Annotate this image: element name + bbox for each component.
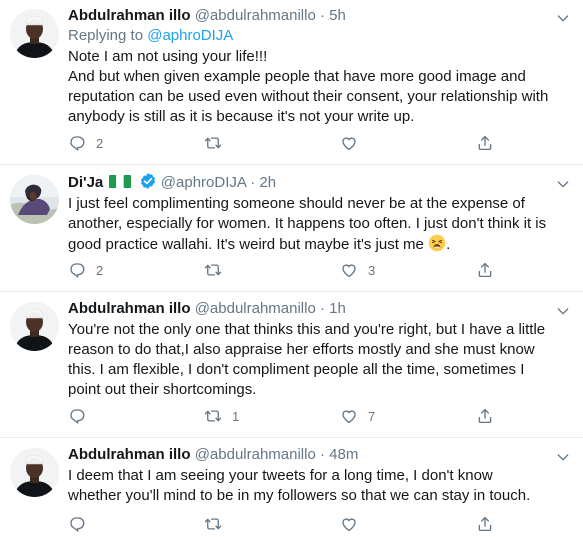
author-name[interactable]: Di'Ja xyxy=(68,174,103,191)
share-button[interactable] xyxy=(476,406,494,426)
tweet-text-end: . xyxy=(446,236,451,253)
tweet-text: I deem that I am seeing your tweets for … xyxy=(68,467,531,504)
tweet-text-line: Note I am not using your life!!! xyxy=(68,48,268,65)
heart-icon xyxy=(340,515,358,533)
reply-count: 2 xyxy=(96,262,104,278)
tweet[interactable]: Abdulrahman illo @abdulrahmanillo · 48m … xyxy=(0,439,583,537)
reply-count: 2 xyxy=(96,135,104,151)
heart-icon xyxy=(340,134,358,152)
share-icon xyxy=(476,407,494,425)
tweet-text-line: And but when given example people that h… xyxy=(68,68,549,125)
heart-icon xyxy=(340,407,358,425)
tweet[interactable]: Abdulrahman illo @abdulrahmanillo · 5h R… xyxy=(0,0,583,165)
replying-to-link[interactable]: @aphroDIJA xyxy=(147,27,233,44)
like-count: 7 xyxy=(368,408,376,424)
author-handle[interactable]: @aphroDIJA xyxy=(161,174,246,191)
separator: · xyxy=(320,300,325,317)
chevron-down-icon[interactable] xyxy=(555,303,571,319)
chevron-down-icon[interactable] xyxy=(555,176,571,192)
timestamp[interactable]: 48m xyxy=(329,446,358,463)
reply-icon xyxy=(68,515,86,533)
avatar[interactable] xyxy=(10,9,59,58)
nigeria-flag-icon xyxy=(109,175,132,188)
retweet-count: 1 xyxy=(232,408,240,424)
tweet-actions: 2 xyxy=(68,133,508,153)
reply-button[interactable]: 2 xyxy=(68,260,103,280)
reply-button[interactable] xyxy=(68,406,96,426)
avatar[interactable] xyxy=(10,302,59,351)
like-button[interactable]: 7 xyxy=(340,406,375,426)
author-name[interactable]: Abdulrahman illo xyxy=(68,7,191,24)
author-handle[interactable]: @abdulrahmanillo xyxy=(195,7,316,24)
separator: · xyxy=(320,446,325,463)
tweet-text-body: I just feel complimenting someone should… xyxy=(68,195,547,253)
heart-icon xyxy=(340,261,358,279)
like-count: 3 xyxy=(368,262,376,278)
retweet-icon xyxy=(204,134,222,152)
replying-to: Replying to @aphroDIJA xyxy=(68,26,549,46)
reply-icon xyxy=(68,407,86,425)
timestamp[interactable]: 1h xyxy=(329,300,346,317)
chevron-down-icon[interactable] xyxy=(555,449,571,465)
tired-face-emoji xyxy=(428,234,446,252)
verified-badge-icon xyxy=(140,173,155,189)
author-handle[interactable]: @abdulrahmanillo xyxy=(195,300,316,317)
share-button[interactable] xyxy=(476,133,494,153)
retweet-button[interactable] xyxy=(204,133,232,153)
tweet-text: Note I am not using your life!!! And but… xyxy=(68,47,549,127)
reply-icon xyxy=(68,261,86,279)
tweet-text: I just feel complimenting someone should… xyxy=(68,194,549,255)
avatar[interactable] xyxy=(10,448,59,497)
reply-button[interactable]: 2 xyxy=(68,133,103,153)
retweet-button[interactable] xyxy=(204,260,232,280)
share-icon xyxy=(476,261,494,279)
author-handle[interactable]: @abdulrahmanillo xyxy=(195,446,316,463)
author-name[interactable]: Abdulrahman illo xyxy=(68,300,191,317)
reply-icon xyxy=(68,134,86,152)
share-icon xyxy=(476,515,494,533)
replying-to-label: Replying to xyxy=(68,27,144,44)
retweet-icon xyxy=(204,515,222,533)
tweet[interactable]: Abdulrahman illo @abdulrahmanillo · 1h Y… xyxy=(0,293,583,438)
separator: · xyxy=(250,174,256,191)
like-button[interactable] xyxy=(340,133,368,153)
tweet-actions: 1 7 xyxy=(68,406,508,426)
reply-button[interactable] xyxy=(68,514,96,534)
author-name[interactable]: Abdulrahman illo xyxy=(68,446,191,463)
like-button[interactable] xyxy=(340,514,368,534)
tweet-actions: 2 3 xyxy=(68,260,508,280)
chevron-down-icon[interactable] xyxy=(555,10,571,26)
share-icon xyxy=(476,134,494,152)
like-button[interactable]: 3 xyxy=(340,260,375,280)
timestamp[interactable]: 2h xyxy=(259,174,276,191)
tweet-actions xyxy=(68,514,508,534)
retweet-icon xyxy=(204,407,222,425)
retweet-button[interactable] xyxy=(204,514,232,534)
avatar[interactable] xyxy=(10,175,59,224)
separator: · xyxy=(320,7,325,24)
timestamp[interactable]: 5h xyxy=(329,7,346,24)
share-button[interactable] xyxy=(476,514,494,534)
tweet[interactable]: Di'Ja @aphroDIJA · 2h I just feel compli… xyxy=(0,166,583,292)
tweet-text: You're not the only one that thinks this… xyxy=(68,321,546,398)
share-button[interactable] xyxy=(476,260,494,280)
retweet-icon xyxy=(204,261,222,279)
retweet-button[interactable]: 1 xyxy=(204,406,239,426)
